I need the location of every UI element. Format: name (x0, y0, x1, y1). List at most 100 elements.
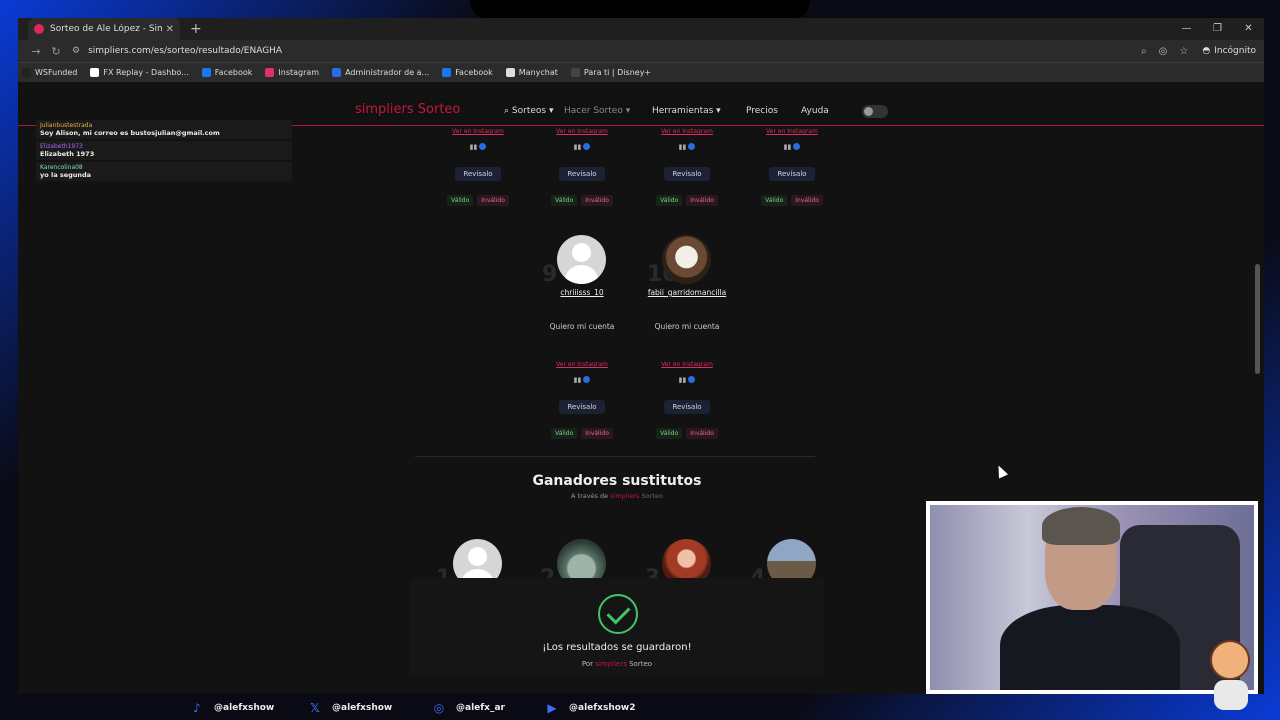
menu-ayuda[interactable]: Ayuda (801, 106, 841, 116)
invalid-button[interactable]: Inválido (581, 428, 613, 439)
social-handle[interactable]: ♪ @alefxshow (190, 701, 274, 715)
chat-text: Soy Alison, mi correo es bustosjulian@gm… (40, 129, 220, 137)
tab-active[interactable]: Sorteo de Ale López - Simpliers ✕ (28, 18, 180, 40)
winner-avatar[interactable] (557, 235, 606, 284)
theme-toggle[interactable] (862, 105, 888, 118)
bookmark-item[interactable]: Facebook (442, 68, 493, 77)
winner-username[interactable]: chriiisss_10 (560, 288, 603, 297)
new-tab-button[interactable]: + (190, 18, 202, 40)
review-wrap: Revísalo (527, 400, 637, 414)
menu-hacer-sorteo[interactable]: Hacer Sorteo ▾ (564, 106, 652, 116)
valid-button[interactable]: Válido (656, 428, 683, 439)
minimize-icon[interactable]: — (1171, 18, 1202, 40)
chat-username: Julianbustestrada (40, 122, 93, 129)
bar-chart-icon: ▮▮ (783, 143, 792, 151)
winner-top-1-actions: Ver en Instagram ▮▮ Revísalo Válido Inválido (527, 128, 637, 206)
valid-button[interactable]: Válido (551, 195, 578, 206)
info-dot-icon (479, 143, 487, 150)
bookmark-favicon-icon (505, 68, 515, 77)
stats-indicator: ▮▮ (527, 376, 637, 384)
review-button[interactable]: Revísalo (559, 167, 605, 181)
invalid-button[interactable]: Inválido (686, 428, 718, 439)
site-logo[interactable]: simpliers Sorteo (355, 102, 460, 117)
invalid-button[interactable]: Inválido (686, 195, 718, 206)
bookmark-favicon-icon (201, 68, 211, 77)
results-saved-message: ¡Los resultados se guardaron! (542, 642, 692, 653)
valid-button[interactable]: Válido (551, 428, 578, 439)
bookmark-item[interactable]: Administrador de a... (332, 68, 429, 77)
check-circle-icon (598, 594, 638, 634)
view-on-instagram-link[interactable]: Ver en Instagram (527, 128, 637, 135)
bookmark-favicon-icon (332, 68, 342, 77)
stats-indicator: ▮▮ (632, 143, 742, 151)
valid-button[interactable]: Válido (447, 195, 474, 206)
view-on-instagram-link[interactable]: Ver en Instagram (632, 128, 742, 135)
review-button[interactable]: Revísalo (769, 167, 815, 181)
eye-off-icon[interactable]: ◎ (1159, 46, 1168, 57)
view-on-instagram-link[interactable]: Ver en Instagram (737, 128, 847, 135)
incognito-indicator[interactable]: ◓ Incógnito (1202, 46, 1256, 56)
site-menu: ⌕ Sorteos ▾ Hacer Sorteo ▾ Herramientas … (504, 106, 841, 116)
menu-sorteos[interactable]: ⌕ Sorteos ▾ (504, 106, 564, 116)
info-dot-icon (583, 143, 591, 150)
bookmark-item[interactable]: Facebook (201, 68, 252, 77)
bookmark-item[interactable]: Instagram (265, 68, 319, 77)
chat-username: Karencolina08 (40, 164, 83, 171)
forward-icon[interactable]: → (26, 45, 46, 58)
menu-precios[interactable]: Precios (746, 106, 801, 116)
winner-avatar[interactable] (662, 235, 711, 284)
valid-button[interactable]: Válido (656, 195, 683, 206)
reload-icon[interactable]: ↻ (46, 45, 66, 58)
tab-strip: Sorteo de Ale López - Simpliers ✕ + — ❐ … (18, 18, 1264, 40)
social-handle[interactable]: 𝕏 @alefxshow (308, 701, 392, 715)
tab-title: Sorteo de Ale López - Simpliers (50, 24, 162, 34)
valid-button[interactable]: Válido (761, 195, 788, 206)
bookmark-item[interactable]: Manychat (505, 68, 558, 77)
menu-herramientas[interactable]: Herramientas ▾ (652, 106, 746, 116)
zoom-icon[interactable]: ⌕ (1141, 46, 1147, 57)
chat-text: Elizabeth 1973 (40, 150, 95, 158)
youtube-icon: ▶ (547, 701, 557, 715)
review-button[interactable]: Revísalo (455, 167, 501, 181)
window-controls: — ❐ ✕ (1171, 18, 1264, 40)
invalid-button[interactable]: Inválido (791, 195, 823, 206)
results-saved-panel: ¡Los resultados se guardaron! Por simpli… (410, 578, 824, 676)
invalid-button[interactable]: Inválido (581, 195, 613, 206)
review-button[interactable]: Revísalo (664, 400, 710, 414)
validity-wrap: Válido Inválido (737, 195, 847, 206)
view-on-instagram-link[interactable]: Ver en Instagram (423, 128, 533, 135)
bar-chart-icon: ▮▮ (678, 376, 687, 384)
close-window-icon[interactable]: ✕ (1233, 18, 1264, 40)
close-tab-icon[interactable]: ✕ (166, 24, 174, 35)
social-handle[interactable]: ▶ @alefxshow2 (545, 701, 635, 715)
review-wrap: Revísalo (737, 167, 847, 181)
chat-message: Julianbustestrada Soy Alison, mi correo e… (36, 120, 292, 139)
winner-top-2-actions: Ver en Instagram ▮▮ Revísalo Válido Inválido (632, 128, 742, 206)
bookmark-item[interactable]: Para ti | Disney+ (570, 68, 652, 77)
logo-brand: simpliers (355, 102, 414, 117)
bookmark-favicon-icon (442, 68, 452, 77)
stats-indicator: ▮▮ (632, 376, 742, 384)
view-on-instagram-link[interactable]: Ver en Instagram (527, 361, 637, 368)
streamer-hair (1042, 507, 1120, 545)
star-icon[interactable]: ☆ (1179, 46, 1188, 57)
page-scrollbar[interactable] (1255, 264, 1260, 374)
bookmark-favicon-icon (265, 68, 275, 77)
view-on-instagram-link[interactable]: Ver en Instagram (632, 361, 742, 368)
tiktok-icon: ♪ (193, 701, 201, 715)
restore-icon[interactable]: ❐ (1202, 18, 1233, 40)
review-button[interactable]: Revísalo (559, 400, 605, 414)
url-bar[interactable]: ⚙ simpliers.com/es/sorteo/resultado/ENAG… (72, 42, 1142, 60)
info-dot-icon (793, 143, 801, 150)
winner-row2-1-actions: Ver en Instagram ▮▮ Revísalo Válido Inválido (632, 361, 742, 439)
winner-username[interactable]: fabii_garridomancilla (648, 288, 726, 297)
bookmark-item[interactable]: WSFunded (22, 68, 77, 77)
review-button[interactable]: Revísalo (664, 167, 710, 181)
site-info-icon[interactable]: ⚙ (72, 46, 80, 56)
info-dot-icon (688, 143, 696, 150)
invalid-button[interactable]: Inválido (477, 195, 509, 206)
bookmark-label: Para ti | Disney+ (583, 68, 652, 77)
bookmark-item[interactable]: FX Replay - Dashbo... (90, 68, 189, 77)
validity-wrap: Válido Inválido (527, 195, 637, 206)
social-handle[interactable]: ◎ @alefx_ar (432, 701, 505, 715)
